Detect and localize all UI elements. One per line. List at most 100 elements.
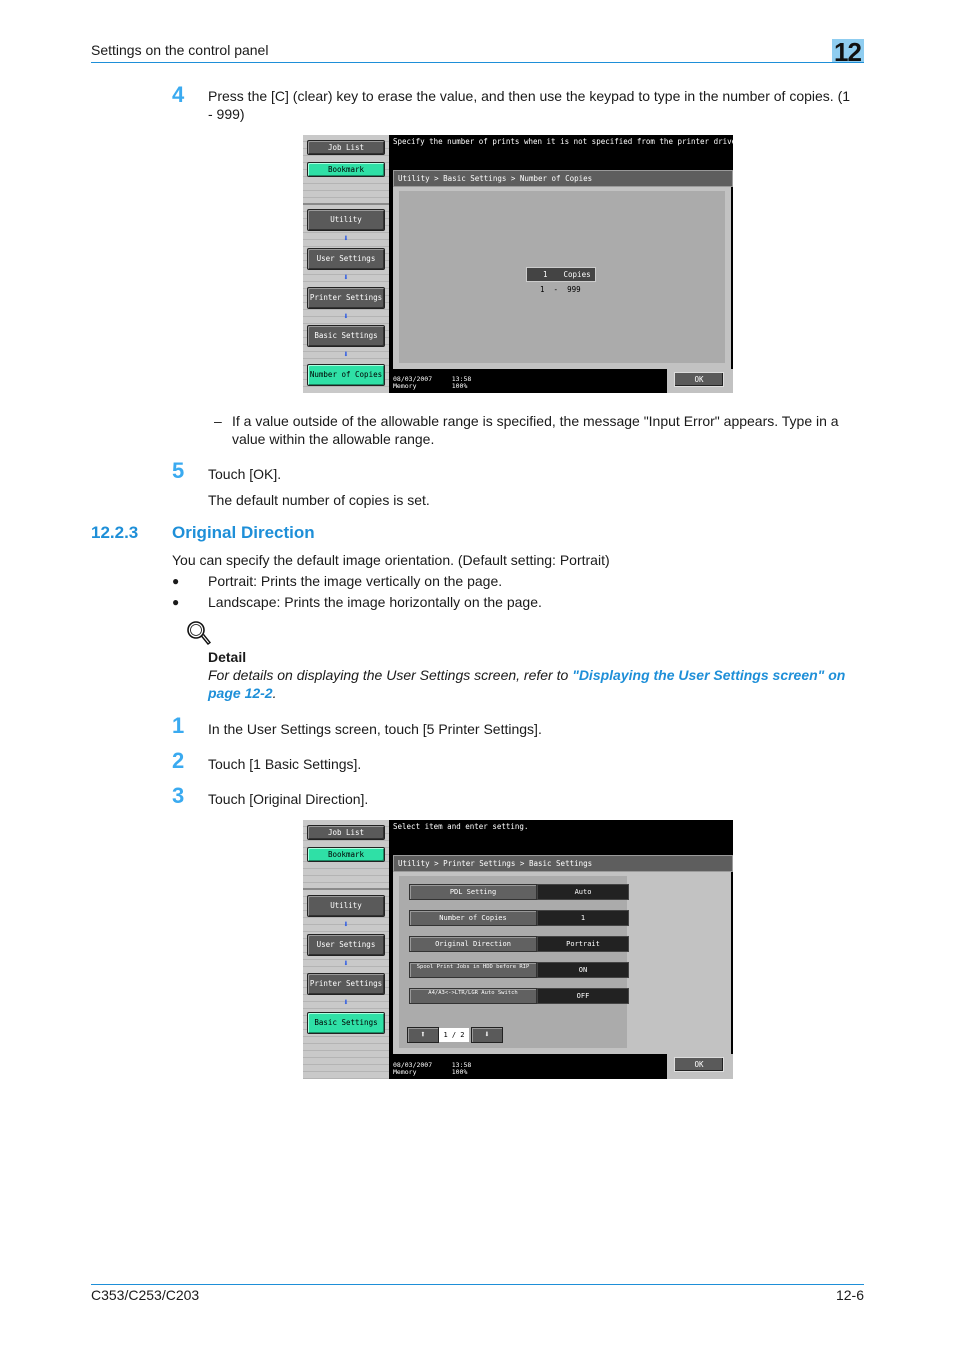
step-number: 1	[172, 713, 185, 738]
ok-area: OK	[667, 369, 733, 393]
job-list-button[interactable]: Job List	[307, 140, 385, 155]
settings-list: PDL Setting Auto Number of Copies 1 Orig…	[399, 876, 629, 1048]
setting-auto-switch-button[interactable]: A4/A3<->LTR/LGR Auto Switch	[409, 988, 537, 1004]
breadcrumb: Utility > Printer Settings > Basic Setti…	[393, 855, 733, 872]
setting-original-direction-button[interactable]: Original Direction	[409, 936, 537, 952]
setting-number-of-copies-value: 1	[537, 910, 629, 926]
arrow-down-icon: ⬇	[343, 234, 349, 244]
status-memory-label: Memory	[393, 382, 417, 390]
step-text-line2: - 999)	[208, 106, 245, 122]
section-number: 12.2.3	[91, 523, 139, 542]
detail-label: Detail	[208, 649, 247, 665]
status-memory-value: 100%	[451, 1068, 468, 1076]
bookmark-button[interactable]: Bookmark	[307, 162, 385, 177]
page-indicator: 1 / 2	[439, 1028, 469, 1042]
copies-value: 1	[543, 270, 548, 279]
arrow-down-icon: ⬇	[484, 1030, 490, 1040]
note-text-line1: If a value outside of the allowable rang…	[232, 413, 839, 429]
footer-rule	[91, 1284, 864, 1285]
section-title: Original Direction	[172, 523, 315, 542]
nav-utility-button[interactable]: Utility	[307, 209, 385, 231]
right-panel: Select item and enter setting. Utility >…	[391, 820, 733, 1079]
screen-message: Select item and enter setting.	[393, 822, 529, 831]
content-area: PDL Setting Auto Number of Copies 1 Orig…	[393, 872, 731, 1054]
section-intro: You can specify the default image orient…	[172, 552, 610, 568]
ok-area: OK	[667, 1054, 733, 1079]
step-number: 5	[172, 458, 185, 483]
arrow-down-icon: ⬇	[343, 920, 349, 930]
nav-user-settings-button[interactable]: User Settings	[307, 248, 385, 270]
step-text: Touch [Original Direction].	[208, 791, 369, 807]
arrow-down-icon: ⬇	[343, 998, 349, 1008]
input-area: 1 Copies 1 - 999	[399, 191, 725, 363]
bullet-icon: ●	[172, 595, 180, 609]
setting-number-of-copies-button[interactable]: Number of Copies	[409, 910, 537, 926]
bookmark-button[interactable]: Bookmark	[307, 847, 385, 862]
step-text-line1: Press the [C] (clear) key to erase the v…	[208, 88, 851, 104]
step-number: 3	[172, 783, 185, 808]
setting-pdl-button[interactable]: PDL Setting	[409, 884, 537, 900]
note-text-line2: value within the allowable range.	[232, 431, 435, 447]
left-panel: Job List Bookmark Utility ⬇ User Setting…	[303, 820, 389, 1079]
header-rule	[91, 62, 864, 63]
step-result: The default number of copies is set.	[208, 492, 430, 508]
note-text: If a value outside of the allowable rang…	[232, 412, 872, 448]
footer-model: C353/C253/C203	[91, 1287, 200, 1303]
step-text: In the User Settings screen, touch [5 Pr…	[208, 721, 542, 737]
setting-pdl-value: Auto	[537, 884, 629, 900]
step-text: Touch [OK].	[208, 466, 282, 482]
bullet-item: Portrait: Prints the image vertically on…	[208, 573, 503, 589]
ok-button[interactable]: OK	[674, 372, 724, 387]
status-memory-value: 100%	[451, 382, 468, 390]
nav-user-settings-button[interactable]: User Settings	[307, 934, 385, 956]
chapter-number: 12	[834, 37, 862, 67]
detail-text-before: For details on displaying the User Setti…	[208, 667, 573, 683]
content-area: 1 Copies 1 - 999	[393, 187, 731, 369]
detail-text-after: .	[272, 685, 277, 701]
nav-number-of-copies-button[interactable]: Number of Copies	[307, 364, 385, 386]
ok-button[interactable]: OK	[674, 1057, 724, 1072]
nav-printer-settings-button[interactable]: Printer Settings	[307, 287, 385, 309]
step-text: Touch [1 Basic Settings].	[208, 756, 362, 772]
screen-message: Specify the number of prints when it is …	[393, 137, 733, 146]
magnifier-icon	[186, 620, 212, 648]
arrow-down-icon: ⬇	[343, 959, 349, 969]
nav-basic-settings-button[interactable]: Basic Settings	[307, 1012, 385, 1034]
page-down-button[interactable]: ⬇	[471, 1027, 503, 1043]
arrow-down-icon: ⬇	[343, 312, 349, 322]
page-up-button[interactable]: ⬆	[407, 1027, 439, 1043]
arrow-down-icon: ⬇	[343, 350, 349, 360]
arrow-up-icon: ⬆	[420, 1030, 426, 1040]
nav-printer-settings-button[interactable]: Printer Settings	[307, 973, 385, 995]
setting-original-direction-value: Portrait	[537, 936, 629, 952]
copies-range: 1 - 999	[540, 285, 581, 294]
right-panel: Specify the number of prints when it is …	[391, 135, 733, 393]
step-number: 2	[172, 748, 185, 773]
nav-basic-settings-button[interactable]: Basic Settings	[307, 325, 385, 347]
arrow-down-icon: ⬇	[343, 273, 349, 283]
copies-unit: Copies	[563, 270, 591, 279]
panel-divider	[303, 203, 389, 205]
footer-page-number: 12-6	[835, 1287, 864, 1303]
copies-input[interactable]: 1 Copies	[526, 267, 596, 282]
note-dash: –	[214, 413, 222, 429]
left-panel: Job List Bookmark Utility ⬇ User Setting…	[303, 135, 389, 393]
nav-utility-button[interactable]: Utility	[307, 895, 385, 917]
setting-spool-print-jobs-button[interactable]: Spool Print Jobs in HDD before RIP	[409, 962, 537, 978]
job-list-button[interactable]: Job List	[307, 825, 385, 840]
running-header-title: Settings on the control panel	[91, 42, 269, 58]
setting-spool-print-jobs-value: ON	[537, 962, 629, 978]
bullet-item: Landscape: Prints the image horizontally…	[208, 594, 542, 610]
bullet-icon: ●	[172, 574, 180, 588]
breadcrumb: Utility > Basic Settings > Number of Cop…	[393, 170, 733, 187]
status-bar: 08/03/2007 13:58 Memory 100%	[393, 376, 471, 390]
setting-auto-switch-value: OFF	[537, 988, 629, 1004]
control-panel-screenshot-basic-settings: Job List Bookmark Utility ⬇ User Setting…	[303, 820, 733, 1079]
status-bar: 08/03/2007 13:58 Memory 100%	[393, 1062, 471, 1076]
panel-divider	[303, 888, 389, 890]
control-panel-screenshot-number-of-copies: Job List Bookmark Utility ⬇ User Setting…	[303, 135, 733, 393]
status-memory-label: Memory	[393, 1068, 417, 1076]
step-number: 4	[172, 82, 185, 107]
detail-text: For details on displaying the User Setti…	[208, 666, 868, 702]
step-text: Press the [C] (clear) key to erase the v…	[208, 87, 868, 123]
